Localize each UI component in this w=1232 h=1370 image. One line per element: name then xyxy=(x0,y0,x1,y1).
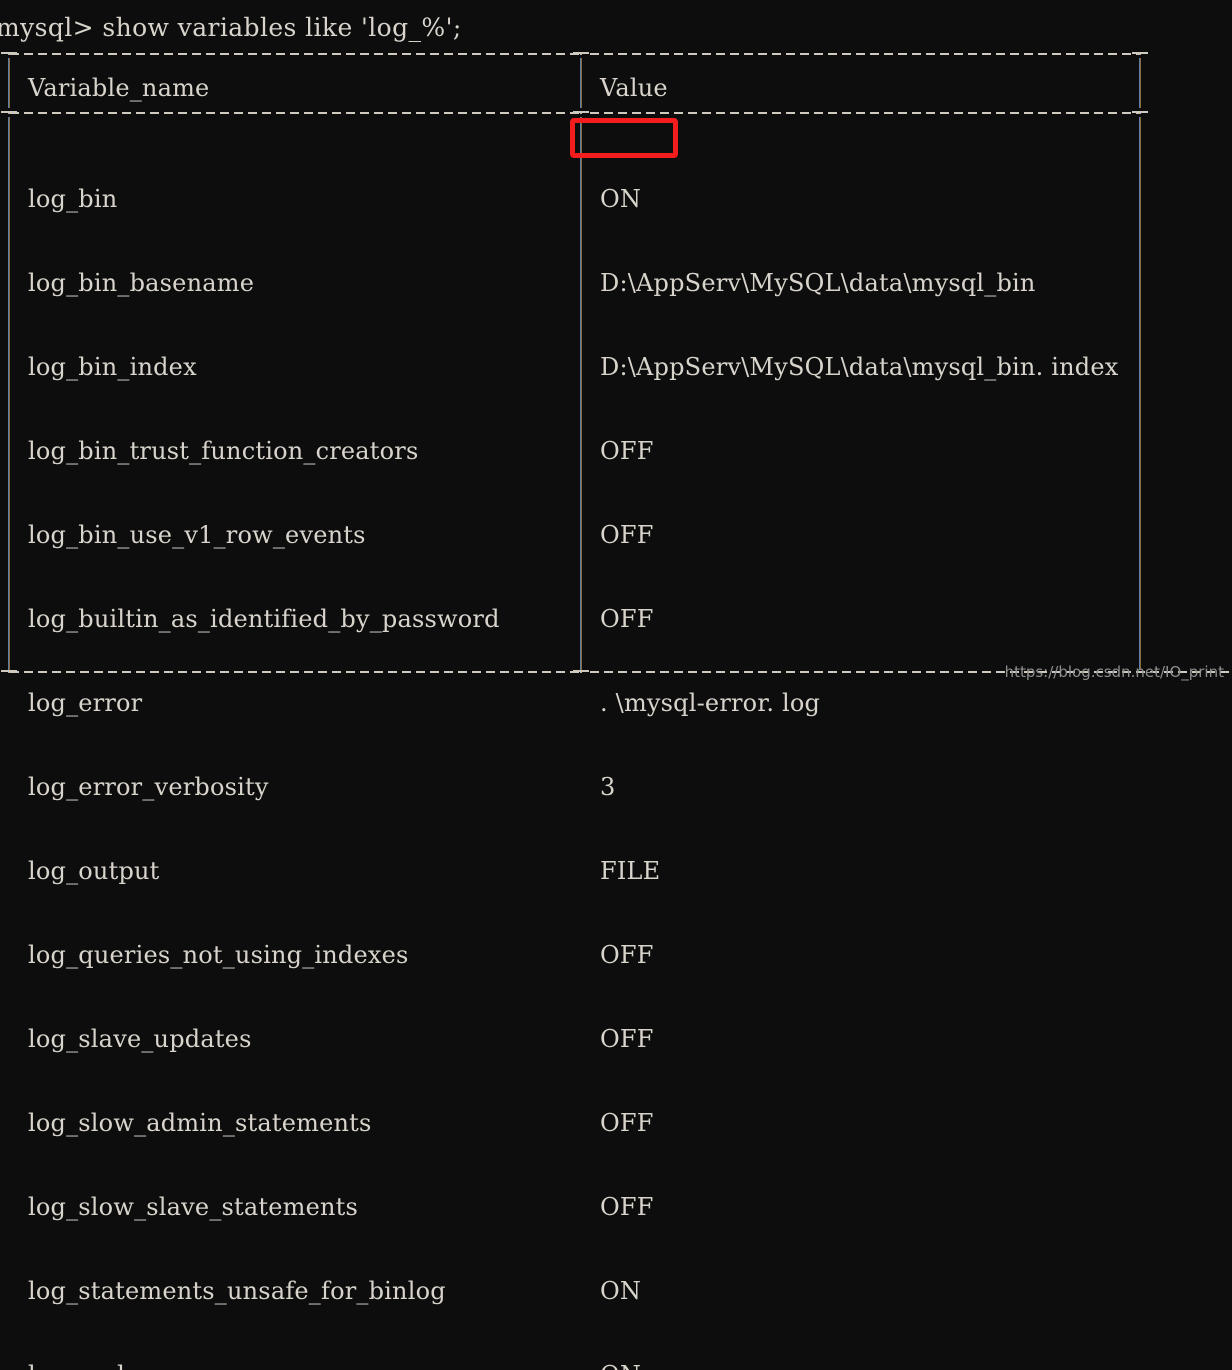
annotation-highlight-box xyxy=(570,118,678,158)
table-separator-top xyxy=(0,52,1232,55)
table-row: log_bin_trust_function_creators xyxy=(28,437,419,465)
table-row: log_slow_slave_statements xyxy=(28,1193,359,1221)
table-row: log_slave_updates xyxy=(28,1025,252,1053)
table-cell-value: ON xyxy=(600,1277,642,1305)
table-cell-value: FILE xyxy=(600,857,661,885)
table-row: log_bin_index xyxy=(28,353,197,381)
table-cell-value: OFF xyxy=(600,1025,654,1053)
table-cell-value: 3 xyxy=(600,773,616,801)
table-cell-value: ON xyxy=(600,185,642,213)
table-row: log_bin_use_v1_row_events xyxy=(28,521,366,549)
table-row: log_error_verbosity xyxy=(28,773,269,801)
table-cell-value: OFF xyxy=(600,1193,654,1221)
table-cell-value: . \mysql-error. log xyxy=(600,689,821,717)
column-header-variable-name: Variable_name xyxy=(28,74,210,102)
table-row: log_slow_admin_statements xyxy=(28,1109,372,1137)
table-cell-value: OFF xyxy=(600,941,654,969)
terminal-window: mysql> show variables like 'log_%'; Vari… xyxy=(0,0,1232,1370)
table-cell-value: OFF xyxy=(600,521,654,549)
table-row: log_queries_not_using_indexes xyxy=(28,941,409,969)
table-cell-value: OFF xyxy=(600,437,654,465)
table-cell-value: ON xyxy=(600,1361,1118,1370)
table-cell-value: OFF xyxy=(600,605,654,633)
table-border-left-header xyxy=(8,58,10,108)
column-header-value: Value xyxy=(600,74,668,102)
table-border-right-header xyxy=(1139,58,1141,108)
table-row: log_error xyxy=(28,689,143,717)
table-row: log_output xyxy=(28,857,160,885)
table-cell-value: D:\AppServ\MySQL\data\mysql_bin xyxy=(600,269,1036,297)
mysql-prompt-line: mysql> show variables like 'log_%'; xyxy=(0,13,462,42)
table-border-right-body xyxy=(1139,117,1141,670)
table-divider-header xyxy=(580,58,582,108)
table-cell-value: OFF xyxy=(600,1109,654,1137)
variable-name-column: log_bin log_bin_basename log_bin_index l… xyxy=(28,129,515,1370)
value-column: ON D:\AppServ\MySQL\data\mysql_bin D:\Ap… xyxy=(600,129,1118,1370)
table-row: log_statements_unsafe_for_binlog xyxy=(28,1277,446,1305)
table-cell-value: D:\AppServ\MySQL\data\mysql_bin. index xyxy=(600,353,1119,381)
table-row: log_bin_basename xyxy=(28,269,255,297)
table-row: log_builtin_as_identified_by_password xyxy=(28,605,500,633)
table-border-left-body xyxy=(8,117,10,670)
table-separator-header xyxy=(0,111,1232,114)
table-row: log_syslog xyxy=(28,1361,515,1370)
table-divider-body xyxy=(580,117,582,670)
watermark-text: https://blog.csdn.net/IO_print xyxy=(1004,663,1224,681)
table-row: log_bin xyxy=(28,185,118,213)
